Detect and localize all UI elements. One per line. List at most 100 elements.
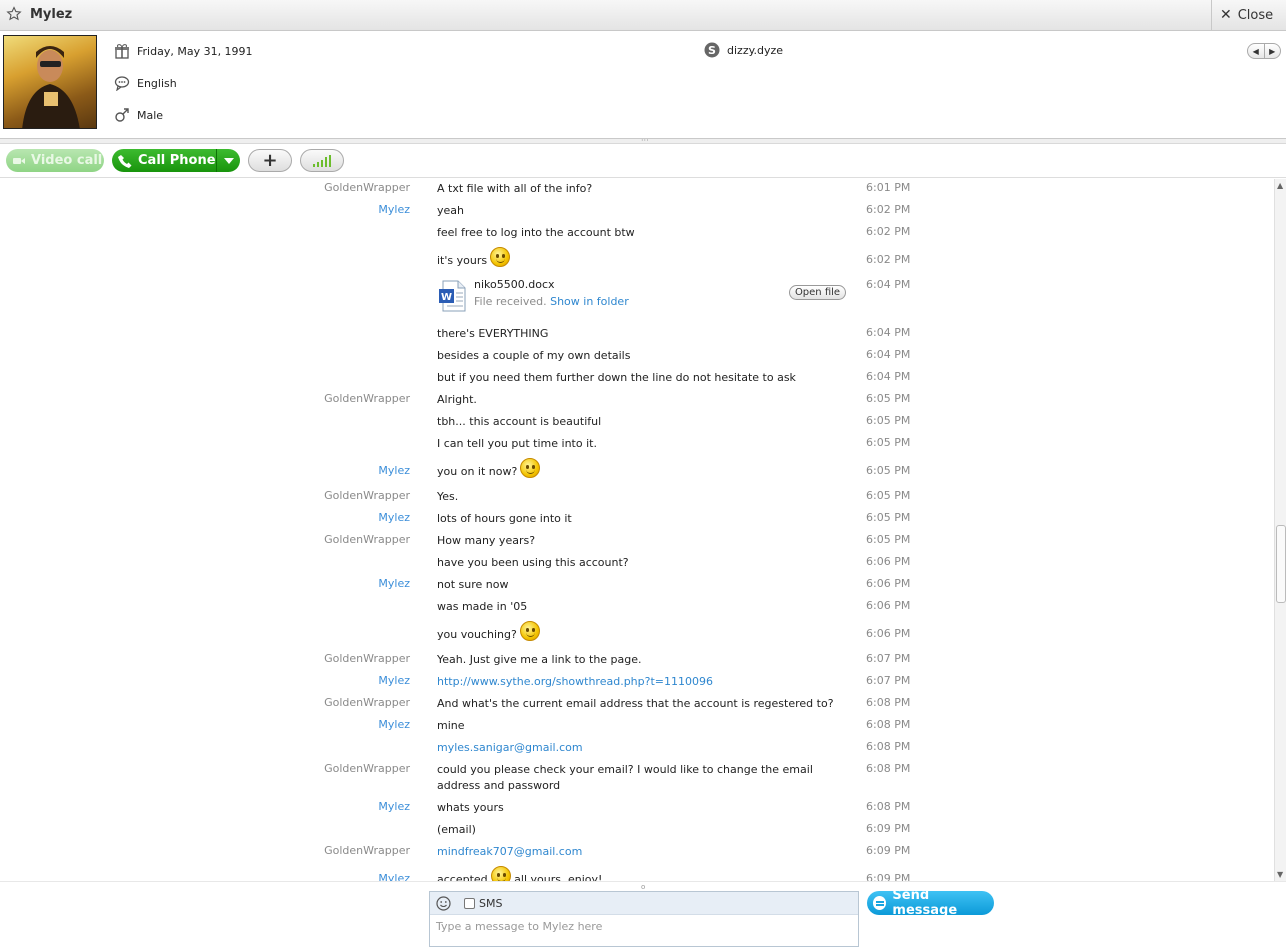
message-body: (email) xyxy=(437,822,837,838)
message-sender[interactable]: Mylez xyxy=(378,458,410,477)
message-text: And what's the current email address tha… xyxy=(437,697,834,710)
message-sender[interactable]: GoldenWrapper xyxy=(324,533,410,546)
message-text: Yeah. Just give me a link to the page. xyxy=(437,653,642,666)
message-body: not sure now xyxy=(437,577,837,593)
message-time: 6:04 PM xyxy=(866,348,911,361)
message-body: yeah xyxy=(437,203,837,219)
message-link[interactable]: myles.sanigar@gmail.com xyxy=(437,741,583,754)
gender-text: Male xyxy=(137,108,164,122)
word-document-icon[interactable]: W xyxy=(437,280,469,312)
message-time: 6:09 PM xyxy=(866,872,911,881)
scroll-down-icon[interactable]: ▼ xyxy=(1277,870,1283,879)
plus-icon: + xyxy=(262,150,278,171)
message-body: Yeah. Just give me a link to the page. xyxy=(437,652,837,668)
message-text: yeah xyxy=(437,204,464,217)
send-message-label: Send message xyxy=(892,888,958,918)
message-body: lots of hours gone into it xyxy=(437,511,837,527)
smiley-emoticon-icon xyxy=(490,866,511,881)
signal-bars-icon xyxy=(313,154,331,167)
call-options-dropdown[interactable] xyxy=(216,149,240,172)
emoticon-icon[interactable] xyxy=(436,895,451,911)
video-call-button[interactable]: Video call xyxy=(6,149,104,172)
message-link[interactable]: http://www.sythe.org/showthread.php?t=11… xyxy=(437,675,713,688)
next-arrow-icon[interactable]: ▶ xyxy=(1265,44,1281,58)
compose-splitter[interactable]: o xyxy=(0,881,1286,891)
message-sender[interactable]: GoldenWrapper xyxy=(324,696,410,709)
message-text: tbh... this account is beautiful xyxy=(437,415,602,428)
message-sender[interactable]: GoldenWrapper xyxy=(324,652,410,665)
message-body: http://www.sythe.org/showthread.php?t=11… xyxy=(437,674,837,690)
file-name: niko5500.docx xyxy=(474,278,555,291)
message-sender[interactable]: Mylez xyxy=(378,866,410,881)
smiley-emoticon-icon xyxy=(520,458,541,478)
message-sender[interactable]: GoldenWrapper xyxy=(324,844,410,857)
favorite-star-icon[interactable] xyxy=(6,6,22,22)
message-time: 6:06 PM xyxy=(866,555,911,568)
message-text: Alright. xyxy=(437,393,477,406)
close-button[interactable]: ✕ Close xyxy=(1211,0,1286,31)
skype-name-row: S dizzy.dyze xyxy=(704,42,783,58)
scroll-up-icon[interactable]: ▲ xyxy=(1277,181,1283,190)
skype-name: dizzy.dyze xyxy=(727,43,784,57)
message-text: feel free to log into the account btw xyxy=(437,226,635,239)
message-text: (email) xyxy=(437,823,476,836)
message-body: tbh... this account is beautiful xyxy=(437,414,837,430)
message-time: 6:02 PM xyxy=(866,203,911,216)
speech-bubble-icon xyxy=(114,76,130,91)
message-time: 6:05 PM xyxy=(866,511,911,524)
splitter-dot-icon: o xyxy=(641,883,646,891)
message-time: 6:06 PM xyxy=(866,599,911,612)
smiley-emoticon-icon xyxy=(519,621,540,641)
message-time: 6:05 PM xyxy=(866,464,911,477)
message-sender[interactable]: Mylez xyxy=(378,577,410,590)
message-text: I can tell you put time into it. xyxy=(437,437,597,450)
message-body: How many years? xyxy=(437,533,837,549)
message-sender[interactable]: Mylez xyxy=(378,718,410,731)
call-quality-button[interactable] xyxy=(300,149,344,172)
conversation-history[interactable]: GoldenWrapper A txt file with all of the … xyxy=(0,179,1274,881)
message-text-after: all yours, enjoy! xyxy=(514,873,603,881)
message-sender[interactable]: GoldenWrapper xyxy=(324,489,410,502)
message-sender[interactable]: Mylez xyxy=(378,800,410,813)
message-sender[interactable]: GoldenWrapper xyxy=(324,181,410,194)
message-sender[interactable]: Mylez xyxy=(378,203,410,216)
message-time: 6:02 PM xyxy=(866,253,911,266)
call-phone-button[interactable]: Call Phone xyxy=(112,149,240,172)
message-text: it's yours xyxy=(437,254,488,267)
message-text: you vouching? xyxy=(437,628,517,641)
send-message-button[interactable]: Send message xyxy=(867,888,994,918)
video-call-label: Video call xyxy=(31,153,103,168)
sms-label: SMS xyxy=(479,896,503,910)
sms-checkbox[interactable] xyxy=(464,897,475,909)
message-text: lots of hours gone into it xyxy=(437,512,572,525)
message-sender[interactable]: GoldenWrapper xyxy=(324,392,410,405)
avatar[interactable] xyxy=(3,35,97,129)
chat-scrollbar[interactable]: ▲ ▼ xyxy=(1274,179,1286,881)
birthday-row: Friday, May 31, 1991 xyxy=(114,42,253,60)
message-sender[interactable]: Mylez xyxy=(378,511,410,524)
message-time: 6:06 PM xyxy=(866,577,911,590)
message-sender[interactable]: GoldenWrapper xyxy=(324,762,410,775)
message-body: And what's the current email address tha… xyxy=(437,696,837,712)
message-time: 6:02 PM xyxy=(866,225,911,238)
message-body: mindfreak707@gmail.com xyxy=(437,844,837,860)
message-link[interactable]: mindfreak707@gmail.com xyxy=(437,845,582,858)
profile-nav-arrows: ◀ ▶ xyxy=(1247,43,1281,59)
birthday-text: Friday, May 31, 1991 xyxy=(137,44,253,58)
message-time: 6:08 PM xyxy=(866,762,911,775)
message-time: 6:04 PM xyxy=(866,370,911,383)
message-sender[interactable]: Mylez xyxy=(378,674,410,687)
message-input[interactable] xyxy=(430,915,858,946)
gift-icon xyxy=(115,44,129,59)
prev-arrow-icon[interactable]: ◀ xyxy=(1248,44,1265,58)
message-time: 6:08 PM xyxy=(866,718,911,731)
add-people-button[interactable]: + xyxy=(248,149,292,172)
scrollbar-thumb[interactable] xyxy=(1276,525,1286,603)
open-file-button[interactable]: Open file xyxy=(789,285,846,300)
message-text: not sure now xyxy=(437,578,509,591)
message-time: 6:01 PM xyxy=(866,181,911,194)
smiley-emoticon-icon xyxy=(490,247,511,267)
message-text: but if you need them further down the li… xyxy=(437,371,796,384)
message-text: besides a couple of my own details xyxy=(437,349,631,362)
show-in-folder-link[interactable]: Show in folder xyxy=(550,295,629,308)
